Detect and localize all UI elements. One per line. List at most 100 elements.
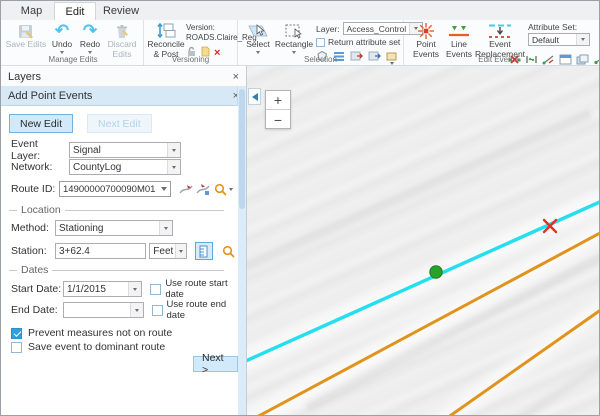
map-view[interactable]: + − — [247, 66, 600, 416]
route-id-combobox[interactable]: 14900000700090M01 — [59, 181, 171, 197]
app-window: Map Edit Review Save Edits ↶ Undo ↷ Redo — [0, 0, 600, 416]
layers-close-icon[interactable]: × — [233, 71, 239, 83]
station-input[interactable]: 3+62.4 — [55, 243, 146, 259]
select-label: Select — [246, 40, 270, 50]
method-label: Method: — [11, 222, 55, 234]
add-point-events-title: Add Point Events — [8, 90, 92, 102]
attribute-set-arrow-icon[interactable] — [576, 34, 589, 45]
versioning-group: Reconcile & Post Version: ROADS.Claire_R… — [144, 20, 238, 65]
station-value: 3+62.4 — [59, 246, 90, 257]
end-date-label: End Date: — [11, 304, 63, 316]
zoom-in-button[interactable]: + — [266, 91, 290, 110]
add-point-events-header[interactable]: Add Point Events × — [1, 87, 246, 106]
use-route-start-date-checkbox[interactable] — [150, 284, 161, 295]
event-line-1[interactable] — [255, 232, 600, 416]
reconcile-post-button[interactable]: Reconcile & Post — [147, 22, 185, 60]
location-section-separator: Location — [9, 204, 224, 216]
new-event-point — [430, 266, 442, 278]
map-overlay — [247, 66, 600, 416]
line-events-icon — [448, 22, 470, 40]
selected-route-line[interactable] — [247, 201, 600, 364]
edit-events-group-label: Edit Events — [404, 55, 593, 64]
start-date-label: Start Date: — [11, 283, 63, 295]
new-edit-button[interactable]: New Edit — [9, 114, 73, 133]
attribute-set-label: Attribute Set: — [528, 22, 590, 32]
dates-section-label: Dates — [21, 264, 48, 276]
panel-scrollbar-thumb[interactable] — [239, 89, 245, 209]
end-date-arrow-icon[interactable] — [130, 303, 143, 317]
dates-section-separator: Dates — [9, 264, 224, 276]
return-attribute-set-label: Return attribute set — [328, 37, 400, 47]
edit-events-group: Point Events Line Events Event Replaceme… — [404, 20, 593, 65]
event-replacement-icon — [487, 22, 513, 40]
route-id-arrow-icon[interactable] — [158, 187, 170, 191]
collapse-pane-button[interactable] — [248, 88, 261, 105]
rectangle-select-button[interactable]: Rectangle — [275, 22, 313, 54]
map-zoom-control: + − — [265, 90, 291, 129]
layer-combobox-value: Access_Control — [344, 24, 410, 34]
network-value: CountyLog — [70, 162, 167, 173]
save-edits-button[interactable]: Save Edits — [5, 22, 47, 50]
rectangle-caret-icon — [292, 51, 296, 54]
return-attribute-set-checkbox[interactable] — [316, 38, 325, 47]
station-units-combobox[interactable]: Feet — [149, 243, 187, 259]
network-arrow-icon[interactable] — [167, 160, 180, 174]
zoom-to-route-caret-icon — [229, 188, 233, 191]
ribbon: Save Edits ↶ Undo ↷ Redo Discard Edits M… — [1, 20, 599, 66]
rectangle-select-label: Rectangle — [275, 40, 313, 50]
prevent-measures-checkbox[interactable] — [11, 328, 22, 339]
undo-button[interactable]: ↶ Undo — [49, 22, 75, 54]
use-route-start-date-label: Use route start date — [165, 278, 237, 300]
layers-pane-header[interactable]: Layers × — [1, 67, 246, 87]
use-route-end-date-checkbox[interactable] — [152, 305, 163, 316]
manage-edits-group: Save Edits ↶ Undo ↷ Redo Discard Edits M… — [3, 20, 144, 65]
collapse-left-arrow-icon — [252, 93, 258, 101]
ribbon-tab-strip: Map Edit Review — [1, 1, 599, 20]
zoom-to-station-icon[interactable] — [219, 242, 237, 260]
station-label: Station: — [11, 245, 55, 257]
tab-edit[interactable]: Edit — [54, 2, 96, 20]
line-events-button[interactable]: Line Events — [444, 22, 474, 60]
select-button[interactable]: Select — [243, 22, 273, 54]
route-id-label: Route ID: — [11, 183, 59, 195]
use-route-end-date-label: Use route end date — [167, 299, 238, 321]
attribute-set-combobox[interactable]: Default — [528, 33, 590, 46]
start-date-arrow-icon[interactable] — [128, 282, 141, 296]
rectangle-select-icon — [284, 22, 304, 40]
select-route-on-map-icon[interactable] — [177, 180, 194, 198]
save-edits-label: Save Edits — [6, 40, 47, 50]
redo-button[interactable]: ↷ Redo — [77, 22, 103, 54]
tab-map[interactable]: Map — [9, 2, 54, 20]
redo-icon: ↷ — [83, 22, 97, 40]
station-units-arrow-icon[interactable] — [175, 244, 186, 258]
method-arrow-icon[interactable] — [159, 221, 172, 235]
event-layer-arrow-icon[interactable] — [167, 143, 180, 157]
start-date-picker[interactable]: 1/1/2015 — [63, 281, 142, 297]
next-button[interactable]: Next > — [193, 356, 238, 372]
save-to-dominant-checkbox[interactable] — [11, 342, 22, 353]
network-combobox[interactable]: CountyLog — [69, 159, 181, 175]
undo-label: Undo — [52, 40, 72, 50]
event-layer-combobox[interactable]: Signal — [69, 142, 181, 158]
panel-scrollbar[interactable] — [237, 87, 246, 416]
versioning-group-label: Versioning — [144, 55, 237, 64]
method-combobox[interactable]: Stationing — [55, 220, 173, 236]
zoom-to-route-button[interactable] — [212, 180, 235, 198]
reconcile-post-icon — [156, 22, 176, 40]
version-label: Version: — [186, 23, 238, 33]
select-route-from-selection-icon[interactable] — [195, 180, 212, 198]
select-caret-icon — [256, 51, 260, 54]
next-edit-button[interactable]: Next Edit — [87, 114, 152, 133]
point-events-button[interactable]: Point Events — [410, 22, 442, 60]
discard-edits-button[interactable]: Discard Edits — [101, 22, 143, 60]
tab-review[interactable]: Review — [96, 2, 146, 20]
event-line-2[interactable] — [447, 309, 600, 416]
pick-station-from-map-button[interactable] — [195, 242, 213, 260]
manage-edits-group-label: Manage Edits — [3, 55, 143, 64]
redo-label: Redo — [80, 40, 100, 50]
end-date-picker[interactable] — [63, 302, 144, 318]
add-point-events-body: New Edit Next Edit Event Layer: Signal N… — [1, 106, 238, 416]
version-value: ROADS.Claire_Reg — [186, 33, 238, 43]
zoom-out-button[interactable]: − — [266, 110, 290, 129]
route-id-value: 14900000700090M01 — [60, 184, 158, 195]
